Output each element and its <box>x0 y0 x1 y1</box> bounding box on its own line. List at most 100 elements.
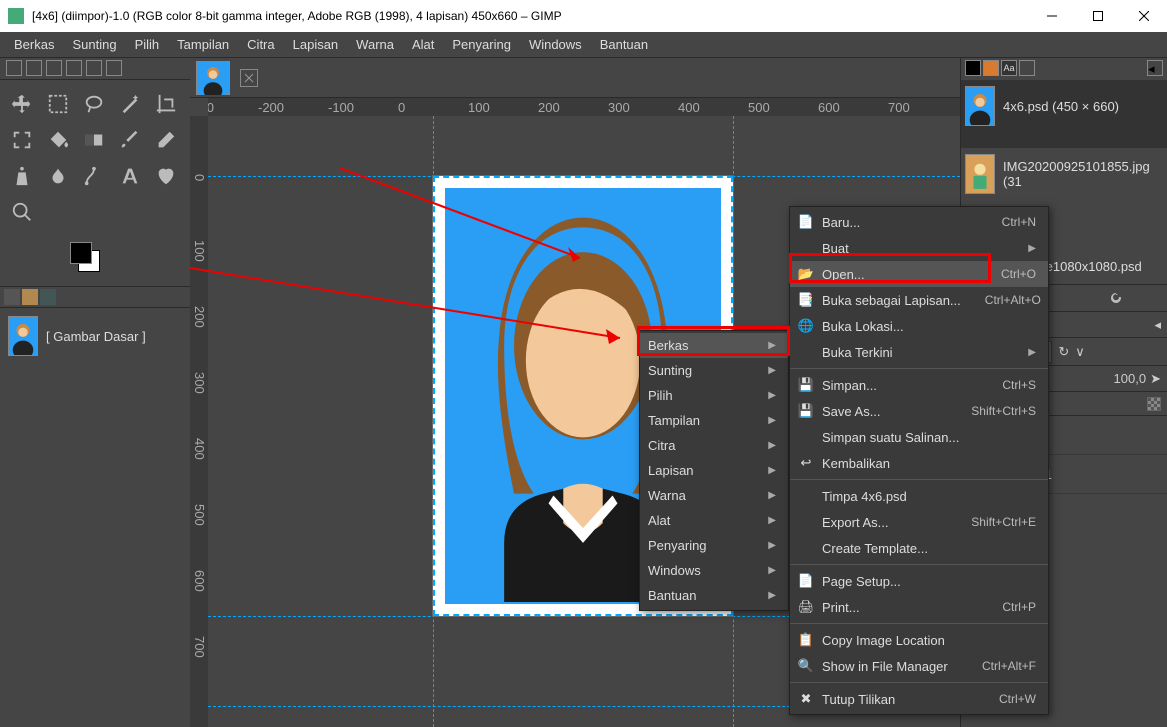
menu-item-lapisan[interactable]: Lapisan▶ <box>640 458 788 483</box>
gradient-tool-icon[interactable] <box>78 124 110 156</box>
tab-icon[interactable] <box>965 60 981 76</box>
fg-color-swatch[interactable] <box>70 242 92 264</box>
zoom-tool-icon[interactable] <box>6 196 38 228</box>
tab-icon[interactable] <box>983 60 999 76</box>
maximize-button[interactable] <box>1075 0 1121 32</box>
menubar: BerkasSuntingPilihTampilanCitraLapisanWa… <box>0 32 1167 58</box>
menu-citra[interactable]: Citra <box>239 34 282 55</box>
menu-item-sunting[interactable]: Sunting▶ <box>640 358 788 383</box>
menu-item[interactable]: 💾Save As...Shift+Ctrl+S <box>790 398 1048 424</box>
menu-item[interactable]: Timpa 4x6.psd <box>790 483 1048 509</box>
right-panel-top-tabs: Aa ◂ <box>961 58 1167 80</box>
context-menu-main: Berkas▶Sunting▶Pilih▶Tampilan▶Citra▶Lapi… <box>639 330 789 611</box>
menu-item-pilih[interactable]: Pilih▶ <box>640 383 788 408</box>
transform-tool-icon[interactable] <box>6 124 38 156</box>
menu-penyaring[interactable]: Penyaring <box>444 34 519 55</box>
close-tab-icon[interactable] <box>240 69 258 87</box>
tab-icon[interactable] <box>66 60 82 76</box>
menu-item[interactable]: Create Template... <box>790 535 1048 561</box>
menu-warna[interactable]: Warna <box>348 34 402 55</box>
tab-icon[interactable]: Aa <box>1001 60 1017 76</box>
bucket-tool-icon[interactable] <box>42 124 74 156</box>
menu-alat[interactable]: Alat <box>404 34 442 55</box>
menu-item[interactable]: 📄Baru...Ctrl+N <box>790 209 1048 235</box>
tab-icon[interactable] <box>40 289 56 305</box>
window-title: [4x6] (diimpor)-1.0 (RGB color 8-bit gam… <box>32 9 1029 23</box>
smudge-tool-icon[interactable] <box>42 160 74 192</box>
tool-options-tabs <box>0 58 190 80</box>
menu-item[interactable]: 📋Copy Image Location <box>790 627 1048 653</box>
brush-tool-icon[interactable] <box>114 124 146 156</box>
dock-menu-icon[interactable]: ◂ <box>1147 60 1163 76</box>
wand-tool-icon[interactable] <box>114 88 146 120</box>
app-icon <box>8 8 24 24</box>
tab-icon[interactable] <box>22 289 38 305</box>
tab-icon[interactable] <box>26 60 42 76</box>
menu-pilih[interactable]: Pilih <box>127 34 168 55</box>
dock-menu-icon[interactable]: ◂ <box>1148 313 1167 337</box>
ruler-vertical: 0100200300400500600700 <box>190 116 208 727</box>
tab-icon[interactable] <box>1019 60 1035 76</box>
layer-label: [ Gambar Dasar ] <box>46 329 146 344</box>
text-tool-icon[interactable] <box>114 160 146 192</box>
menu-item-penyaring[interactable]: Penyaring▶ <box>640 533 788 558</box>
image-thumb-icon <box>965 154 995 194</box>
menu-item-tampilan[interactable]: Tampilan▶ <box>640 408 788 433</box>
menu-item[interactable]: 📑Buka sebagai Lapisan...Ctrl+Alt+O <box>790 287 1048 313</box>
menu-item[interactable]: 💾Simpan...Ctrl+S <box>790 372 1048 398</box>
menu-item[interactable]: ✖Tutup TilikanCtrl+W <box>790 686 1048 712</box>
move-tool-icon[interactable] <box>6 88 38 120</box>
menu-item[interactable]: ↩Kembalikan <box>790 450 1048 476</box>
minimize-button[interactable] <box>1029 0 1075 32</box>
heal-tool-icon[interactable] <box>150 160 182 192</box>
layer-list: [ Gambar Dasar ] <box>0 308 190 727</box>
menu-item[interactable]: 📄Page Setup... <box>790 568 1048 594</box>
menu-item[interactable]: Buat▶ <box>790 235 1048 261</box>
menu-item-warna[interactable]: Warna▶ <box>640 483 788 508</box>
refresh-icon[interactable] <box>1108 290 1124 306</box>
menu-berkas[interactable]: Berkas <box>6 34 62 55</box>
left-panel-tabs <box>0 286 190 308</box>
rect-select-tool-icon[interactable] <box>42 88 74 120</box>
reset-icon[interactable]: ↻ <box>1058 344 1069 360</box>
menu-item-berkas[interactable]: Berkas▶ <box>640 333 788 358</box>
document-tab[interactable] <box>196 61 230 95</box>
path-tool-icon[interactable] <box>78 160 110 192</box>
tab-icon[interactable] <box>106 60 122 76</box>
tab-icon[interactable] <box>6 60 22 76</box>
tab-icon[interactable] <box>86 60 102 76</box>
menu-windows[interactable]: Windows <box>521 34 590 55</box>
menu-item[interactable]: Export As...Shift+Ctrl+E <box>790 509 1048 535</box>
menu-item[interactable]: Buka Terkini▶ <box>790 339 1048 365</box>
opacity-value: 100,0 <box>1114 371 1147 386</box>
tab-icon[interactable] <box>4 289 20 305</box>
color-swatches[interactable] <box>0 236 190 286</box>
ruler-horizontal: -300-200-1000100200300400500600700 <box>208 98 960 116</box>
menu-item[interactable]: Simpan suatu Salinan... <box>790 424 1048 450</box>
lasso-tool-icon[interactable] <box>78 88 110 120</box>
menu-bantuan[interactable]: Bantuan <box>592 34 656 55</box>
menu-item[interactable]: 🖨Print...Ctrl+P <box>790 594 1048 620</box>
menu-tampilan[interactable]: Tampilan <box>169 34 237 55</box>
left-panel: [ Gambar Dasar ] <box>0 58 190 727</box>
layer-thumb-icon <box>8 316 38 356</box>
image-list-item[interactable]: 4x6.psd (450 × 660) <box>961 80 1167 148</box>
menu-item-alat[interactable]: Alat▶ <box>640 508 788 533</box>
chevron-down-icon[interactable]: ∨ <box>1075 344 1085 360</box>
eraser-tool-icon[interactable] <box>150 124 182 156</box>
lock-alpha-icon[interactable] <box>1147 397 1161 411</box>
clone-tool-icon[interactable] <box>6 160 38 192</box>
crop-tool-icon[interactable] <box>150 88 182 120</box>
tab-icon[interactable] <box>46 60 62 76</box>
menu-item[interactable]: 🔍Show in File ManagerCtrl+Alt+F <box>790 653 1048 679</box>
menu-sunting[interactable]: Sunting <box>64 34 124 55</box>
image-thumb-icon <box>965 86 995 126</box>
menu-item[interactable]: 🌐Buka Lokasi... <box>790 313 1048 339</box>
menu-item-bantuan[interactable]: Bantuan▶ <box>640 583 788 608</box>
menu-item-windows[interactable]: Windows▶ <box>640 558 788 583</box>
menu-item[interactable]: 📂Open...Ctrl+O <box>790 261 1048 287</box>
layer-item[interactable]: [ Gambar Dasar ] <box>4 312 186 360</box>
menu-item-citra[interactable]: Citra▶ <box>640 433 788 458</box>
close-button[interactable] <box>1121 0 1167 32</box>
menu-lapisan[interactable]: Lapisan <box>285 34 347 55</box>
